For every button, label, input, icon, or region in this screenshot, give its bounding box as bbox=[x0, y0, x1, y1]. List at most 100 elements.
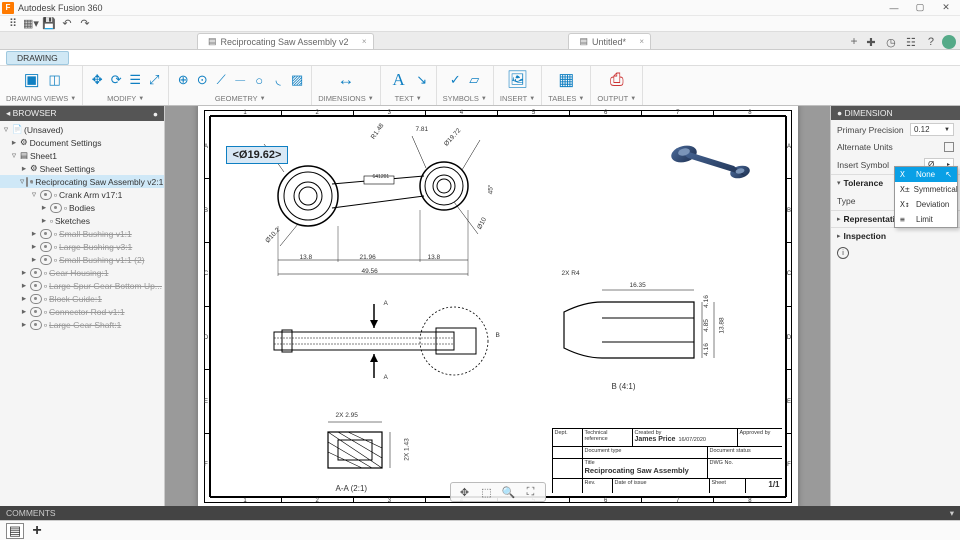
line-icon[interactable]: ⏤ bbox=[232, 72, 248, 88]
dim-h1388[interactable]: 13.88 bbox=[718, 317, 725, 333]
dimension-header[interactable]: ● DIMENSION bbox=[831, 106, 960, 120]
visibility-icon[interactable] bbox=[30, 294, 42, 304]
drawing-sheet[interactable]: 12345678 12345678 ABCDEF ABCDEF bbox=[198, 106, 798, 506]
alternate-units-checkbox[interactable] bbox=[944, 142, 954, 152]
centermark-icon[interactable]: ⊙ bbox=[194, 72, 210, 88]
close-icon[interactable]: × bbox=[362, 37, 367, 46]
visibility-icon[interactable] bbox=[30, 307, 42, 317]
tree-root[interactable]: ▿📄(Unsaved) bbox=[0, 123, 164, 136]
minimize-button[interactable]: — bbox=[882, 0, 906, 16]
projected-view-icon[interactable]: ◫ bbox=[47, 72, 63, 88]
circle-icon[interactable]: ○ bbox=[251, 72, 267, 88]
tree-node[interactable]: ▸⚙Document Settings bbox=[0, 136, 164, 149]
dim-h143[interactable]: 2X 1.43 bbox=[403, 438, 410, 460]
zoom-window-icon[interactable]: ⬚ bbox=[479, 485, 495, 499]
info-icon[interactable]: i bbox=[837, 247, 849, 259]
add-sheet-button[interactable]: + bbox=[28, 523, 46, 539]
visibility-icon[interactable] bbox=[40, 242, 52, 252]
visibility-icon[interactable] bbox=[40, 255, 52, 265]
dim-w4956[interactable]: 49.56 bbox=[362, 268, 378, 275]
redo-icon[interactable]: ↷ bbox=[76, 17, 94, 31]
tree-node[interactable]: ▿▫Crank Arm v17:1 bbox=[0, 188, 164, 201]
image-icon[interactable]: 🖼 bbox=[506, 70, 530, 90]
centerline-icon[interactable]: ⊕ bbox=[175, 72, 191, 88]
dimension-edit-field[interactable]: <Ø19.62> bbox=[226, 146, 289, 164]
visibility-icon[interactable] bbox=[26, 177, 28, 187]
avatar-icon[interactable] bbox=[942, 35, 956, 49]
visibility-icon[interactable] bbox=[40, 229, 52, 239]
surface-icon[interactable]: ✓ bbox=[447, 72, 463, 88]
extensions-icon[interactable]: ✚ bbox=[862, 35, 880, 49]
top-view[interactable] bbox=[254, 126, 514, 286]
collapse-icon[interactable]: ● bbox=[153, 109, 158, 119]
new-tab-button[interactable]: + bbox=[846, 33, 862, 49]
pan-icon[interactable]: ✥ bbox=[457, 485, 473, 499]
text-icon[interactable]: A bbox=[387, 70, 411, 90]
tab-untitled[interactable]: ▤ Untitled* × bbox=[568, 33, 651, 49]
inspection-section[interactable]: ▸Inspection bbox=[831, 227, 960, 244]
dim-w1635[interactable]: 16.35 bbox=[630, 282, 646, 289]
hatch-icon[interactable]: ▨ bbox=[289, 72, 305, 88]
app-menu-icon[interactable]: ⠿ bbox=[4, 17, 22, 31]
option-symmetrical[interactable]: X±Symmetrical bbox=[895, 182, 957, 197]
isometric-view[interactable] bbox=[664, 138, 760, 184]
option-limit[interactable]: ≡Limit bbox=[895, 212, 957, 227]
help-icon[interactable]: ? bbox=[922, 35, 940, 49]
dim-h416b[interactable]: 4.16 bbox=[702, 343, 709, 356]
base-view-icon[interactable]: ▣ bbox=[20, 70, 44, 90]
dim-h416a[interactable]: 4.16 bbox=[702, 295, 709, 308]
tree-node[interactable]: ▿▫Reciprocating Saw Assembly v2:1 bbox=[0, 175, 164, 188]
comments-bar[interactable]: COMMENTS▾ bbox=[0, 506, 960, 520]
dim-r4[interactable]: 2X R4 bbox=[562, 270, 580, 277]
notifications-icon[interactable]: ☷ bbox=[902, 35, 920, 49]
tree-node[interactable]: ▸▫Large Bushing v3:1 bbox=[0, 240, 164, 253]
rotate-icon[interactable]: ⟳ bbox=[108, 72, 124, 88]
tab-assembly[interactable]: ▤ Reciprocating Saw Assembly v2 × bbox=[197, 33, 374, 49]
tree-node[interactable]: ▸▫Small Bushing v1:1 bbox=[0, 227, 164, 240]
visibility-icon[interactable] bbox=[30, 268, 42, 278]
dimension-icon[interactable]: ↔ bbox=[334, 70, 358, 90]
tree-node[interactable]: ▸▫Small Bushing v1:1 (2) bbox=[0, 253, 164, 266]
option-none[interactable]: XNone↖ bbox=[895, 167, 957, 182]
align-icon[interactable]: ☰ bbox=[127, 72, 143, 88]
leader-icon[interactable]: ↘ bbox=[414, 72, 430, 88]
visibility-icon[interactable] bbox=[50, 203, 62, 213]
visibility-icon[interactable] bbox=[40, 190, 52, 200]
sheet-thumb-icon[interactable]: ▤ bbox=[6, 523, 24, 539]
tree-node[interactable]: ▸▫Bodies bbox=[0, 201, 164, 214]
arc-icon[interactable]: ◟ bbox=[270, 72, 286, 88]
tree-node[interactable]: ▿▤Sheet1 bbox=[0, 149, 164, 162]
visibility-icon[interactable] bbox=[30, 281, 42, 291]
undo-icon[interactable]: ↶ bbox=[58, 17, 76, 31]
job-status-icon[interactable]: ◷ bbox=[882, 35, 900, 49]
tree-node[interactable]: ▸▫Large Spur Gear Bottom Up... bbox=[0, 279, 164, 292]
maximize-button[interactable]: ▢ bbox=[908, 0, 932, 16]
dim-w138b[interactable]: 13.8 bbox=[428, 254, 441, 261]
close-button[interactable]: ✕ bbox=[934, 0, 958, 16]
title-block[interactable]: Dept. Technical reference Created byJame… bbox=[552, 428, 782, 493]
pdf-icon[interactable]: ⎙ bbox=[605, 70, 629, 90]
tree-node[interactable]: ▸▫Connector Rod v1:1 bbox=[0, 305, 164, 318]
tree-node[interactable]: ▸▫Large Gear Shaft:1 bbox=[0, 318, 164, 331]
visibility-icon[interactable] bbox=[30, 320, 42, 330]
dim-w2196[interactable]: 21.96 bbox=[360, 254, 376, 261]
option-deviation[interactable]: X↕Deviation bbox=[895, 197, 957, 212]
save-icon[interactable]: 💾 bbox=[40, 17, 58, 31]
zoom-icon[interactable]: 🔍 bbox=[501, 485, 517, 499]
move-icon[interactable]: ✥ bbox=[89, 72, 105, 88]
primary-precision-select[interactable]: 0.12▼ bbox=[910, 123, 954, 136]
browser-header[interactable]: ◂ BROWSER● bbox=[0, 106, 164, 121]
dim-a45[interactable]: 45° bbox=[487, 184, 494, 194]
workspace-badge[interactable]: DRAWING bbox=[6, 51, 69, 65]
tree-node[interactable]: ▸⚙Sheet Settings bbox=[0, 162, 164, 175]
dim-w295[interactable]: 2X 2.95 bbox=[336, 412, 358, 419]
tree-node[interactable]: ▸▫Gear Housing:1 bbox=[0, 266, 164, 279]
file-menu-icon[interactable]: ▦▾ bbox=[22, 17, 40, 31]
tree-node[interactable]: ▸▫Sketches bbox=[0, 214, 164, 227]
drawing-canvas[interactable]: 12345678 12345678 ABCDEF ABCDEF bbox=[165, 106, 830, 506]
dim-h485[interactable]: 4.85 bbox=[702, 319, 709, 332]
fit-icon[interactable]: ⛶ bbox=[523, 485, 539, 499]
dim-w138a[interactable]: 13.8 bbox=[300, 254, 313, 261]
tree-node[interactable]: ▸▫Block Guide:1 bbox=[0, 292, 164, 305]
table-icon[interactable]: ▦ bbox=[554, 70, 578, 90]
